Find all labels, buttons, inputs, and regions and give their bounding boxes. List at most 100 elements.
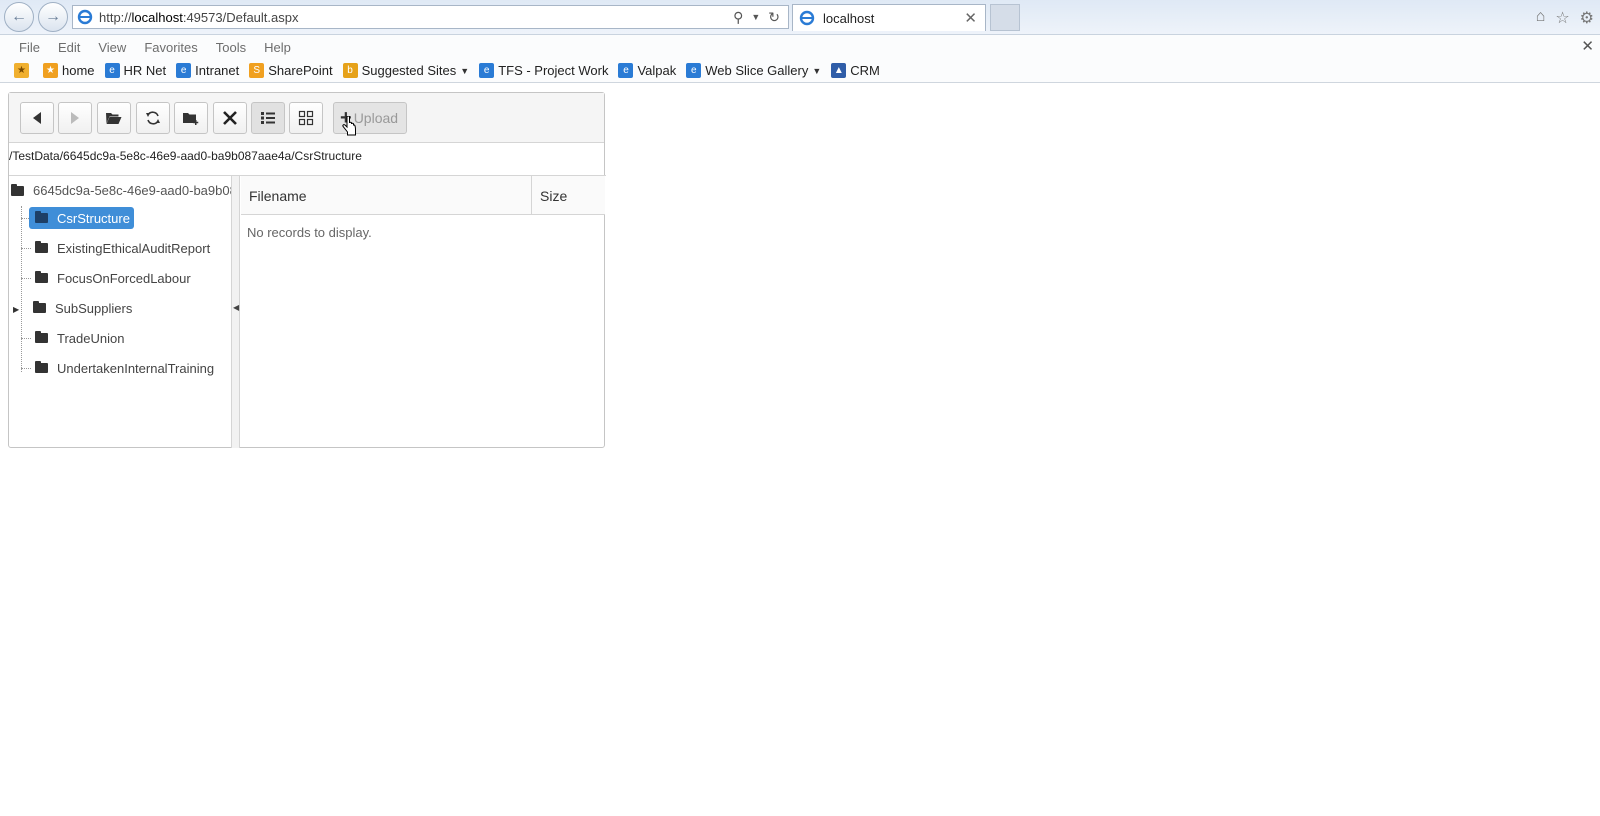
tree-folder-label: TradeUnion: [57, 330, 125, 346]
browser-titlebar: ← → http://localhost:49573/Default.aspx …: [0, 0, 1600, 35]
menu-file[interactable]: File: [19, 40, 40, 55]
menu-tools[interactable]: Tools: [216, 40, 246, 55]
fav-label: TFS - Project Work: [498, 63, 609, 78]
browser-back-button[interactable]: ←: [4, 2, 34, 32]
folder-star-icon: ★: [43, 63, 58, 78]
menu-view[interactable]: View: [98, 40, 126, 55]
fav-suggested-sites[interactable]: b Suggested Sites ▼: [342, 63, 469, 78]
tree-folder-label: CsrStructure: [57, 210, 130, 226]
tree-folder-tradeunion[interactable]: TradeUnion: [29, 327, 124, 349]
favorites-star-icon: ★: [14, 63, 29, 78]
favorites-star-icon[interactable]: ☆: [1555, 8, 1569, 28]
tree-folder-label: FocusOnForcedLabour: [57, 270, 191, 286]
back-button[interactable]: [20, 102, 54, 134]
tree-root-label: 6645dc9a-5e8c-46e9-aad0-ba9b087aae4a: [33, 183, 231, 198]
close-icon[interactable]: ✕: [964, 9, 985, 27]
forward-arrow-icon: →: [45, 8, 61, 25]
sharepoint-icon: S: [249, 63, 265, 78]
folder-icon: [35, 361, 48, 373]
new-folder-button[interactable]: [174, 102, 208, 134]
tree-folder-label: ExistingEthicalAuditReport: [57, 240, 211, 256]
refresh-icon[interactable]: ↻: [768, 9, 780, 26]
search-icon[interactable]: ⚲: [733, 9, 743, 26]
tab-localhost[interactable]: localhost ✕: [792, 4, 986, 31]
tree-folder-label: SubSuppliers: [55, 300, 133, 316]
fav-label: SharePoint: [268, 63, 333, 78]
address-url[interactable]: http://localhost:49573/Default.aspx: [99, 10, 733, 25]
ie-logo-icon: [77, 9, 93, 25]
grid-view-button[interactable]: [289, 102, 323, 134]
folder-icon: [33, 301, 46, 313]
ie-page-icon: e: [479, 63, 495, 78]
open-folder-icon: [106, 113, 122, 124]
folder-icon: [11, 183, 24, 196]
tree-folder-focusonforcedlabour[interactable]: FocusOnForcedLabour: [29, 267, 191, 289]
open-folder-button[interactable]: [97, 102, 131, 134]
address-bar[interactable]: http://localhost:49573/Default.aspx ⚲ ▼ …: [72, 5, 789, 29]
fav-sharepoint[interactable]: S SharePoint: [249, 63, 333, 78]
list-view-button[interactable]: [251, 102, 285, 134]
fav-label: Valpak: [637, 63, 677, 78]
tree-folder-subsuppliers[interactable]: SubSuppliers: [27, 297, 132, 319]
dropdown-caret-icon[interactable]: ▼: [812, 66, 821, 76]
fav-label: Intranet: [195, 63, 240, 78]
fav-crm[interactable]: ▲ CRM: [831, 63, 880, 78]
column-header-size[interactable]: Size: [540, 188, 567, 204]
expand-arrow-icon[interactable]: ▶: [13, 305, 19, 314]
refresh-button[interactable]: [136, 102, 170, 134]
tree-folder-undertakeninternaltraining[interactable]: UndertakenInternalTraining: [29, 357, 214, 379]
fav-valpak[interactable]: e Valpak: [618, 63, 676, 78]
gear-icon[interactable]: ⚙: [1580, 8, 1594, 28]
folder-icon: [35, 331, 48, 343]
fav-hr-net[interactable]: e HR Net: [104, 63, 167, 78]
column-divider[interactable]: [531, 176, 532, 215]
new-tab-button[interactable]: [990, 4, 1020, 31]
grid-view-icon: [298, 110, 314, 126]
ie-logo-icon: [799, 10, 815, 26]
refresh-icon: [146, 111, 160, 125]
crm-icon: ▲: [831, 63, 847, 78]
tree-folder-csrstructure[interactable]: CsrStructure: [29, 207, 134, 229]
menu-edit[interactable]: Edit: [58, 40, 80, 55]
current-path: /TestData/6645dc9a-5e8c-46e9-aad0-ba9b08…: [9, 149, 362, 163]
file-manager: + Upload /TestData/6645dc9a-5e8c-46e9-aa…: [8, 92, 606, 448]
fav-tfs-project-work[interactable]: e TFS - Project Work: [479, 63, 608, 78]
delete-button[interactable]: [213, 102, 247, 134]
add-favorite-button[interactable]: ★: [14, 63, 33, 78]
url-rest: :49573/Default.aspx: [182, 9, 299, 25]
tree-folder-label: UndertakenInternalTraining: [57, 360, 215, 376]
tree-root-folder[interactable]: 6645dc9a-5e8c-46e9-aad0-ba9b087aae4a: [11, 183, 231, 198]
dropdown-caret-icon[interactable]: ▼: [460, 66, 469, 76]
file-grid: Filename Size No records to display.: [241, 176, 605, 448]
pane-splitter[interactable]: ◀: [231, 176, 240, 448]
menu-bar: File Edit View Favorites Tools Help ✕: [0, 35, 1600, 59]
home-icon[interactable]: ⌂: [1536, 8, 1546, 28]
folder-icon: [35, 241, 48, 253]
tree-folder-existingethicalauditreport[interactable]: ExistingEthicalAuditReport: [29, 237, 210, 259]
menu-help[interactable]: Help: [264, 40, 291, 55]
fav-label: home: [62, 63, 95, 78]
menu-favorites[interactable]: Favorites: [144, 40, 197, 55]
fav-home[interactable]: ★ home: [43, 63, 95, 78]
fav-label: HR Net: [123, 63, 167, 78]
ie-page-icon: e: [104, 63, 120, 78]
fav-intranet[interactable]: e Intranet: [176, 63, 239, 78]
folder-tree: 6645dc9a-5e8c-46e9-aad0-ba9b087aae4a Csr…: [9, 176, 231, 448]
fav-label: CRM: [850, 63, 880, 78]
bing-icon: b: [342, 63, 358, 78]
new-folder-icon: [183, 113, 199, 125]
dropdown-caret-icon[interactable]: ▼: [751, 9, 760, 26]
ie-page-icon: e: [686, 63, 702, 78]
browser-forward-button[interactable]: →: [38, 2, 68, 32]
triangle-left-icon: [33, 112, 41, 124]
collapse-arrow-icon[interactable]: ◀: [233, 303, 239, 312]
column-header-filename[interactable]: Filename: [249, 188, 307, 204]
fav-label: Web Slice Gallery: [705, 63, 809, 78]
close-icon[interactable]: ✕: [1581, 37, 1594, 55]
grid-header: Filename Size: [241, 176, 605, 215]
forward-button[interactable]: [58, 102, 92, 134]
fav-web-slice-gallery[interactable]: e Web Slice Gallery ▼: [686, 63, 821, 78]
file-manager-toolbar: + Upload: [9, 93, 604, 143]
hand-cursor-icon: [342, 116, 356, 136]
ie-page-icon: e: [176, 63, 192, 78]
